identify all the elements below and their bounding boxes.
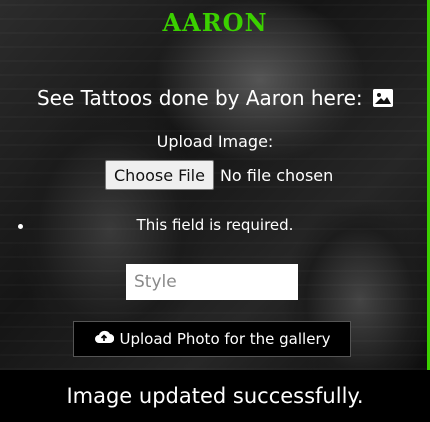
file-input[interactable]: Choose File No file chosen bbox=[105, 160, 333, 190]
gallery-heading: See Tattoos done by Aaron here: bbox=[0, 86, 430, 110]
upload-image-label: Upload Image: bbox=[156, 132, 274, 151]
upload-photo-button[interactable]: Upload Photo for the gallery bbox=[73, 321, 351, 357]
validation-message: This field is required. bbox=[136, 216, 294, 234]
file-status-text: No file chosen bbox=[219, 165, 334, 185]
image-icon[interactable] bbox=[373, 89, 394, 107]
upload-photo-label: Upload Photo for the gallery bbox=[119, 330, 331, 348]
style-input[interactable] bbox=[126, 264, 298, 300]
success-message: Image updated successfully. bbox=[66, 384, 364, 408]
cloud-upload-icon bbox=[94, 329, 114, 349]
gallery-heading-text: See Tattoos done by Aaron here: bbox=[36, 86, 363, 110]
choose-file-button[interactable]: Choose File bbox=[105, 160, 214, 190]
page-title: AARON bbox=[162, 8, 268, 37]
